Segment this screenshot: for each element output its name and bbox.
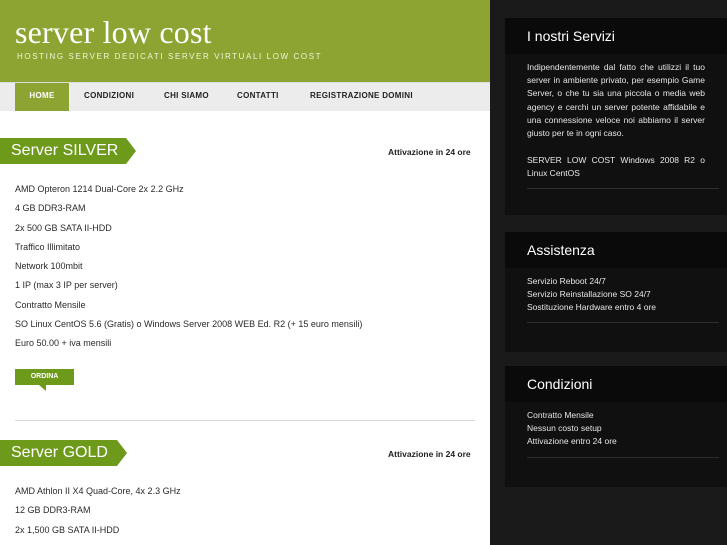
spec-item: 1 IP (max 3 IP per server) <box>15 280 118 291</box>
conditions-item: Contratto Mensile <box>527 410 594 420</box>
conditions-rule <box>527 457 719 458</box>
assistance-title: Assistenza <box>527 242 595 258</box>
sidebar: I nostri Servizi Indipendentemente dal f… <box>490 0 727 545</box>
nav-item-contatti[interactable]: CONTATTI <box>237 83 279 111</box>
assistance-list: Servizio Reboot 24/7 Servizio Reinstalla… <box>527 275 705 315</box>
spec-item: 4 GB DDR3-RAM <box>15 203 86 214</box>
spec-item: Network 100mbit <box>15 261 83 272</box>
services-rule <box>527 188 719 189</box>
gold-spec-list: AMD Athlon II X4 Quad-Core, 4x 2.3 GHz 1… <box>15 482 181 540</box>
services-title: I nostri Servizi <box>527 28 615 44</box>
spec-item: 2x 1,500 GB SATA II-HDD <box>15 524 120 535</box>
assistance-rule <box>527 322 719 323</box>
conditions-item: Nessun costo setup <box>527 423 602 434</box>
conditions-title: Condizioni <box>527 376 593 392</box>
gold-section-title: Server GOLD <box>0 440 127 466</box>
site-tagline: HOSTING SERVER DEDICATI SERVER VIRTUALI … <box>17 52 323 61</box>
conditions-item: Attivazione entro 24 ore <box>527 436 617 447</box>
nav-item-registrazione-domini[interactable]: REGISTRAZIONE DOMINI <box>310 83 413 111</box>
gold-activation-note: Attivazione in 24 ore <box>388 449 471 459</box>
silver-section-title: Server SILVER <box>0 138 136 164</box>
nav-item-home[interactable]: HOME <box>15 83 69 111</box>
spec-item: Contratto Mensile <box>15 299 86 310</box>
spec-item: SO Linux CentOS 5.6 (Gratis) o Windows S… <box>15 319 363 330</box>
order-button[interactable]: ORDINA <box>15 369 74 391</box>
silver-spec-list: AMD Opteron 1214 Dual-Core 2x 2.2 GHz 4 … <box>15 180 362 354</box>
section-divider <box>15 420 475 421</box>
spec-item: 12 GB DDR3-RAM <box>15 505 91 516</box>
assistance-item: Servizio Reboot 24/7 <box>527 276 606 286</box>
services-text: Indipendentemente dal fatto che utilizzi… <box>527 62 705 139</box>
assistance-item: Servizio Reinstallazione SO 24/7 <box>527 289 651 300</box>
nav-item-chi-siamo[interactable]: CHI SIAMO <box>164 83 209 111</box>
spec-item: 2x 500 GB SATA II-HDD <box>15 222 112 233</box>
nav-item-condizioni[interactable]: CONDIZIONI <box>84 83 134 111</box>
spec-item: AMD Athlon II X4 Quad-Core, 4x 2.3 GHz <box>15 486 181 496</box>
main-column: server low cost HOSTING SERVER DEDICATI … <box>0 0 490 545</box>
conditions-box: Condizioni Contratto Mensile Nessun cost… <box>505 366 727 487</box>
assistance-item: Sostituzione Hardware entro 4 ore <box>527 302 656 313</box>
main-nav: HOME CONDIZIONI CHI SIAMO CONTATTI REGIS… <box>0 82 490 111</box>
site-title[interactable]: server low cost <box>15 14 212 51</box>
site-header: server low cost HOSTING SERVER DEDICATI … <box>0 0 490 82</box>
silver-activation-note: Attivazione in 24 ore <box>388 147 471 157</box>
spec-item: Euro 50.00 + iva mensili <box>15 338 112 349</box>
spec-item: AMD Opteron 1214 Dual-Core 2x 2.2 GHz <box>15 184 184 194</box>
services-text-os: SERVER LOW COST Windows 2008 R2 o Linux … <box>527 155 705 179</box>
spec-item: Traffico Illimitato <box>15 241 81 252</box>
services-box: I nostri Servizi Indipendentemente dal f… <box>505 18 727 215</box>
conditions-list: Contratto Mensile Nessun costo setup Att… <box>527 409 705 449</box>
assistance-box: Assistenza Servizio Reboot 24/7 Servizio… <box>505 232 727 352</box>
